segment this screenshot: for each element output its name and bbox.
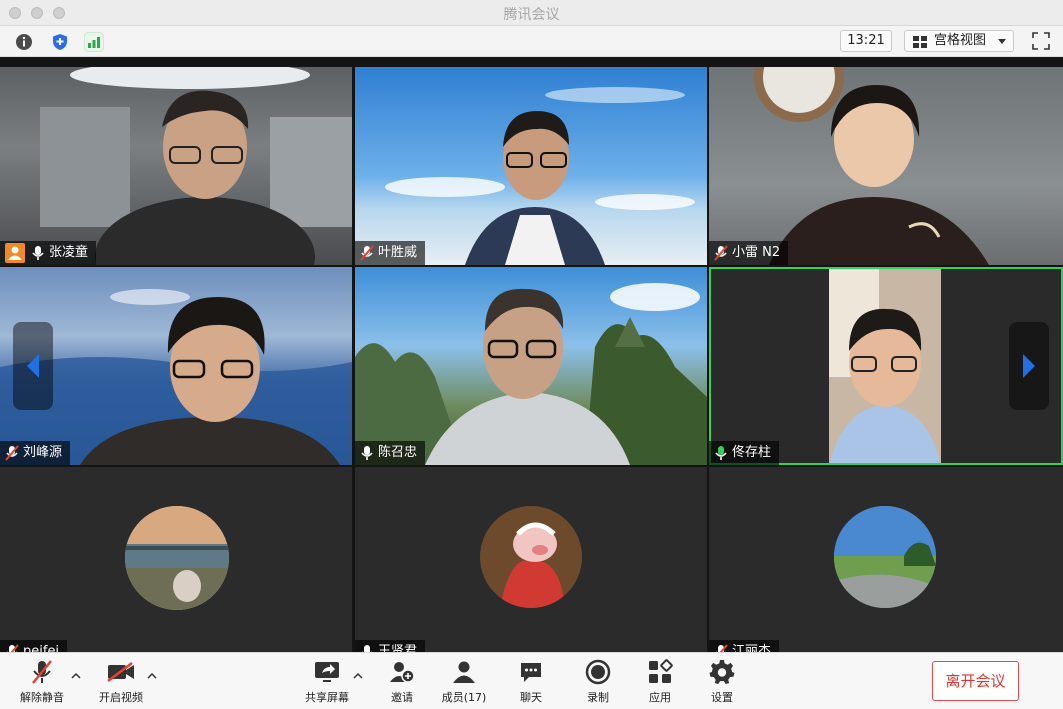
meeting-window: 腾讯会议 13:21 宫格视图 张凌童 叶胜威 小雷 N2 刘峰源 陈召忠 佟存… <box>0 0 1063 709</box>
chevron-down-icon <box>998 39 1006 44</box>
participant-name: 王贤君 <box>378 644 418 652</box>
apps-icon <box>649 659 673 683</box>
camera-off-icon <box>107 662 134 682</box>
chevron-up-icon[interactable] <box>71 671 81 681</box>
microphone-muted-icon <box>714 245 728 261</box>
participant-video-feed <box>355 283 707 465</box>
avatar <box>125 506 229 610</box>
arrow-left-icon <box>27 354 39 378</box>
chevron-up-icon[interactable] <box>147 671 157 681</box>
participant-name-bar: 叶胜威 <box>355 241 426 265</box>
video-grid: 张凌童 叶胜威 小雷 N2 刘峰源 陈召忠 佟存柱 peifei 王贤君 江丽杰 <box>0 58 1063 652</box>
video-tile[interactable]: peifei <box>0 467 352 652</box>
meeting-clock: 13:21 <box>840 30 892 52</box>
info-icon[interactable] <box>14 32 34 52</box>
participant-name-bar: 王贤君 <box>355 640 426 652</box>
settings-button[interactable]: 设置 <box>704 657 740 707</box>
video-tile[interactable]: 陈召忠 <box>355 267 707 465</box>
network-signal-icon[interactable] <box>84 32 104 52</box>
video-tile[interactable]: 王贤君 <box>355 467 707 652</box>
title-bar: 腾讯会议 <box>0 0 1063 26</box>
microphone-muted-icon <box>5 445 19 461</box>
status-bar: 13:21 宫格视图 <box>0 26 1063 57</box>
video-tile-active-speaker[interactable]: 佟存柱 <box>709 267 1063 465</box>
members-icon <box>453 661 475 683</box>
participant-name-bar: 江丽杰 <box>709 640 780 652</box>
unmute-label: 解除静音 <box>20 691 64 704</box>
invite-button[interactable]: 邀请 <box>384 657 420 707</box>
microphone-muted-icon <box>360 245 374 261</box>
video-tile[interactable]: 江丽杰 <box>709 467 1063 652</box>
participant-name-bar: 小雷 N2 <box>709 241 789 265</box>
participant-name: 叶胜威 <box>378 245 418 260</box>
record-button[interactable]: 录制 <box>580 657 616 707</box>
share-screen-icon <box>315 662 339 682</box>
add-user-icon <box>390 662 415 683</box>
participant-name: 江丽杰 <box>732 644 772 652</box>
window-title: 腾讯会议 <box>503 7 560 23</box>
arrow-right-icon <box>1023 354 1035 378</box>
participant-name: 刘峰源 <box>23 445 63 460</box>
participant-video-feed <box>40 67 352 265</box>
microphone-icon <box>360 644 374 652</box>
chevron-up-icon[interactable] <box>353 671 363 681</box>
video-tile[interactable]: 刘峰源 <box>0 267 352 465</box>
settings-label: 设置 <box>711 691 733 704</box>
participant-name-bar: 刘峰源 <box>0 441 71 465</box>
previous-page-button[interactable] <box>13 322 53 410</box>
start-video-button[interactable]: 开启视频 <box>96 657 146 707</box>
participant-name-bar: 佟存柱 <box>709 441 780 465</box>
next-page-button[interactable] <box>1009 322 1049 410</box>
host-icon <box>5 243 25 263</box>
unmute-button[interactable]: 解除静音 <box>16 657 68 707</box>
microphone-muted-icon <box>5 644 19 652</box>
participant-name: 小雷 N2 <box>732 245 781 260</box>
participant-video-feed <box>385 87 695 265</box>
microphone-icon <box>360 445 374 461</box>
participant-name: 陈召忠 <box>378 445 418 460</box>
fullscreen-icon[interactable] <box>1032 32 1050 50</box>
apps-button[interactable]: 应用 <box>642 657 678 707</box>
video-tile[interactable]: 张凌童 <box>0 67 352 265</box>
participant-video-feed <box>754 67 989 265</box>
members-button[interactable]: 成员(17) <box>438 657 490 707</box>
microphone-muted-icon <box>714 644 728 652</box>
grid-view-icon <box>913 36 927 48</box>
microphone-icon <box>31 245 45 261</box>
record-icon <box>585 659 611 685</box>
microphone-muted-icon <box>32 660 52 684</box>
view-mode-dropdown[interactable]: 宫格视图 <box>904 30 1014 52</box>
leave-meeting-button[interactable]: 离开会议 <box>932 661 1019 701</box>
avatar <box>834 506 936 608</box>
participant-name-bar: 陈召忠 <box>355 441 426 465</box>
chat-icon <box>521 663 541 682</box>
meeting-toolbar: 解除静音 开启视频 共享屏幕 邀请 成员(17) 聊天 录制 应用 设置 离开会… <box>0 652 1063 709</box>
participant-name-bar: peifei <box>0 640 68 652</box>
video-tile[interactable]: 叶胜威 <box>355 67 707 265</box>
chat-button[interactable]: 聊天 <box>513 657 549 707</box>
share-screen-button[interactable]: 共享屏幕 <box>302 657 352 707</box>
participant-name: 佟存柱 <box>732 445 772 460</box>
apps-label: 应用 <box>649 691 671 704</box>
share-screen-label: 共享屏幕 <box>305 691 349 704</box>
start-video-label: 开启视频 <box>99 691 143 704</box>
participant-name: peifei <box>23 644 60 652</box>
microphone-speaking-icon <box>714 445 728 461</box>
view-mode-label: 宫格视图 <box>934 33 987 48</box>
participant-name-bar: 张凌童 <box>0 241 97 265</box>
security-shield-icon[interactable] <box>50 32 70 52</box>
participant-name: 张凌童 <box>49 245 89 260</box>
members-label: 成员(17) <box>441 691 487 704</box>
chat-label: 聊天 <box>520 691 542 704</box>
record-label: 录制 <box>587 691 609 704</box>
avatar <box>480 506 582 608</box>
video-tile[interactable]: 小雷 N2 <box>709 67 1063 265</box>
invite-label: 邀请 <box>391 691 413 704</box>
gear-icon <box>709 659 735 684</box>
